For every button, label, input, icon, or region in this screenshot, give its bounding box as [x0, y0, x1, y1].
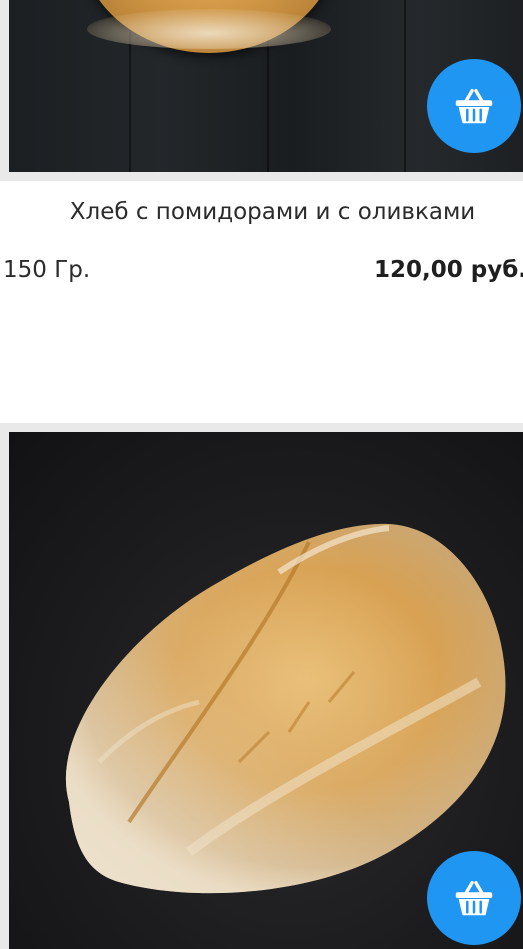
product-title[interactable]: Хлеб с помидорами и с оливками — [0, 199, 523, 225]
product-price: 120,00 руб. — [374, 257, 523, 283]
basket-icon — [455, 880, 493, 916]
bread-photo — [79, 0, 339, 53]
add-to-cart-button[interactable] — [427, 851, 521, 945]
product-list: Хлеб с помидорами и с оливками 150 Гр. 1… — [0, 0, 523, 949]
board-seam — [404, 0, 406, 172]
basket-icon — [455, 88, 493, 124]
product-weight: 150 Гр. — [3, 257, 91, 283]
add-to-cart-button[interactable] — [427, 59, 521, 153]
